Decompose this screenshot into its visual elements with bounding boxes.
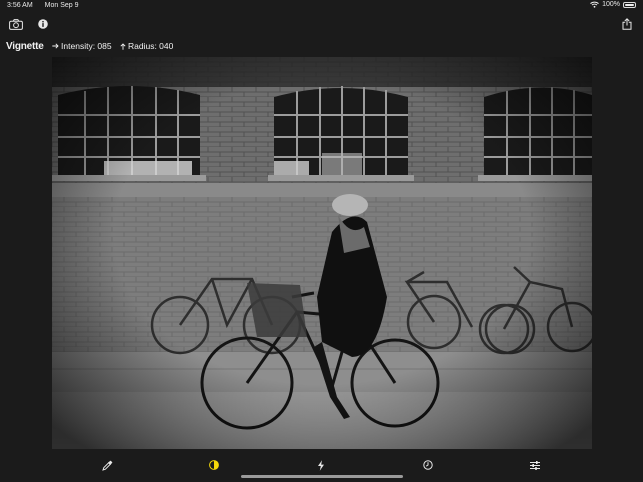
- home-indicator[interactable]: [241, 475, 403, 478]
- eyedropper-tool-button[interactable]: [97, 455, 117, 475]
- battery-icon: [623, 1, 636, 8]
- intensity-label: Intensity: 085: [61, 41, 112, 51]
- arrow-right-icon: [51, 43, 59, 49]
- info-icon: [38, 19, 48, 29]
- sliders-tool-button[interactable]: [525, 455, 545, 475]
- status-time: 3:56 AM: [7, 2, 33, 9]
- sliders-icon: [530, 460, 540, 470]
- share-button[interactable]: [617, 14, 637, 34]
- eyedropper-icon: [101, 460, 112, 471]
- status-date: Mon Sep 9: [44, 2, 79, 9]
- wifi-icon: [590, 1, 599, 8]
- status-right: 100%: [590, 1, 636, 8]
- contrast-tool-button[interactable]: [204, 455, 224, 475]
- vignette-overlay: [52, 57, 592, 449]
- camera-icon: [9, 18, 23, 30]
- adjustment-mode-title: Vignette: [6, 40, 44, 52]
- intensity-readout: Intensity: 085: [51, 41, 112, 51]
- lightning-icon: [318, 459, 324, 471]
- status-bar: 3:56 AM Mon Sep 9 100%: [0, 0, 643, 12]
- info-button[interactable]: [33, 14, 53, 34]
- contrast-icon: [209, 460, 219, 470]
- clock-icon: [423, 460, 433, 470]
- share-icon: [622, 18, 632, 30]
- lightning-tool-button[interactable]: [311, 455, 331, 475]
- photo: [52, 57, 592, 449]
- battery-level: [625, 3, 634, 6]
- camera-button[interactable]: [6, 14, 26, 34]
- radius-readout: Radius: 040: [120, 41, 174, 51]
- battery-percent: 100%: [602, 1, 620, 8]
- clock-tool-button[interactable]: [418, 455, 438, 475]
- arrow-up-icon: [120, 43, 126, 50]
- radius-label: Radius: 040: [127, 41, 174, 51]
- status-left: 3:56 AM Mon Sep 9: [7, 2, 89, 9]
- photo-canvas[interactable]: [52, 57, 592, 449]
- adjustment-info-bar: Vignette Intensity: 085 Radius: 040: [0, 38, 181, 54]
- top-toolbar: [0, 12, 643, 36]
